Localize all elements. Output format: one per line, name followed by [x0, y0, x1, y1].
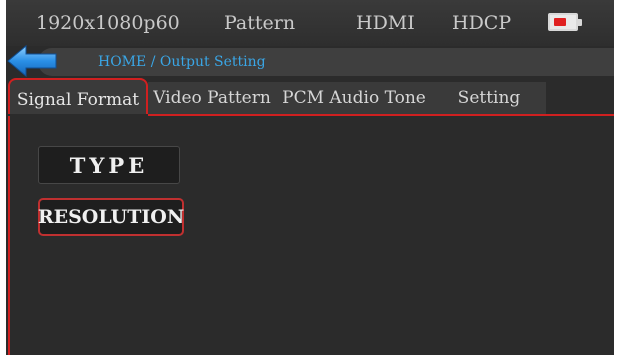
tab-video-pattern[interactable]: Video Pattern [148, 82, 276, 116]
status-interface: HDMI [356, 12, 415, 34]
status-mode: Pattern [224, 12, 296, 34]
tab-pcm-audio-tone[interactable]: PCM Audio Tone [276, 82, 432, 116]
signal-format-panel: TYPE RESOLUTION [8, 116, 614, 355]
back-arrow-icon [7, 44, 57, 78]
battery-level [554, 18, 566, 26]
tab-bar-filler [546, 82, 614, 116]
type-button[interactable]: TYPE [38, 146, 180, 184]
status-hdcp: HDCP [452, 12, 512, 34]
status-resolution: 1920x1080p60 [36, 12, 180, 34]
resolution-button[interactable]: RESOLUTION [38, 198, 184, 236]
breadcrumb: HOME / Output Setting [98, 54, 266, 70]
breadcrumb-bar: HOME / Output Setting [38, 48, 614, 76]
device-frame: 1920x1080p60 Pattern HDMI HDCP HOME / Ou… [0, 0, 620, 355]
tab-bar: Signal Format Video Pattern PCM Audio To… [6, 78, 614, 116]
screen: 1920x1080p60 Pattern HDMI HDCP HOME / Ou… [6, 0, 614, 355]
tab-signal-format[interactable]: Signal Format [8, 78, 148, 114]
back-button[interactable] [6, 44, 60, 78]
status-bar: 1920x1080p60 Pattern HDMI HDCP [6, 0, 614, 46]
tab-setting[interactable]: Setting [432, 82, 546, 116]
battery-low-icon [548, 13, 582, 31]
